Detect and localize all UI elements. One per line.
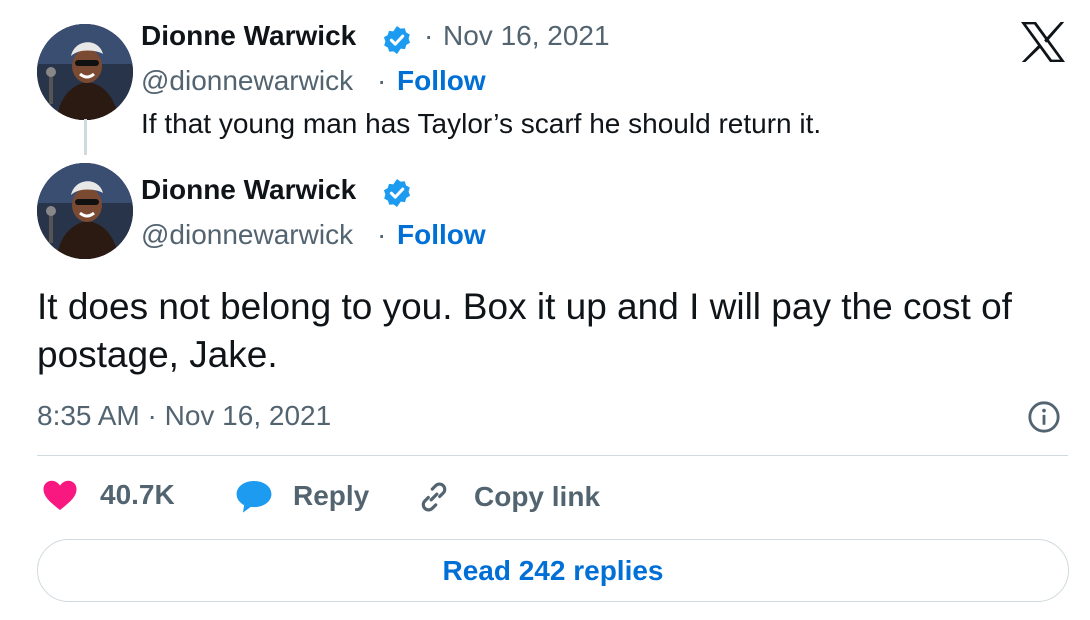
tweet-timestamp[interactable]: 8:35 AM · Nov 16, 2021 bbox=[37, 400, 331, 432]
speech-bubble-icon bbox=[236, 480, 272, 513]
main-tweet-text: It does not belong to you. Box it up and… bbox=[37, 286, 1012, 375]
info-icon[interactable] bbox=[1027, 400, 1061, 434]
parent-display-name[interactable]: Dionne Warwick bbox=[141, 20, 356, 52]
like-button[interactable]: 40.7K bbox=[42, 478, 175, 512]
verified-badge-icon bbox=[383, 26, 411, 54]
avatar-image bbox=[37, 24, 133, 120]
parent-handle-separator: · bbox=[377, 65, 387, 96]
read-replies-label: Read 242 replies bbox=[442, 554, 664, 586]
like-count: 40.7K bbox=[100, 479, 175, 510]
main-avatar[interactable] bbox=[37, 163, 133, 259]
parent-handle[interactable]: @dionnewarwick bbox=[141, 65, 353, 97]
main-handle[interactable]: @dionnewarwick bbox=[141, 219, 353, 251]
copy-link-label: Copy link bbox=[474, 481, 601, 512]
thread-connector-line bbox=[84, 119, 87, 155]
x-logo-icon[interactable] bbox=[1019, 20, 1067, 64]
read-replies-button[interactable]: Read 242 replies bbox=[37, 539, 1069, 602]
reply-label: Reply bbox=[293, 480, 370, 511]
link-icon bbox=[421, 482, 447, 512]
parent-date-separator: · bbox=[424, 20, 434, 51]
main-follow-link[interactable]: Follow bbox=[397, 219, 486, 251]
parent-tweet-text: If that young man has Taylor’s scarf he … bbox=[141, 108, 822, 139]
main-display-name[interactable]: Dionne Warwick bbox=[141, 174, 356, 206]
main-handle-separator: · bbox=[377, 219, 387, 250]
parent-follow-link[interactable]: Follow bbox=[397, 65, 486, 97]
copy-link-button[interactable]: Copy link bbox=[415, 478, 600, 516]
avatar-image bbox=[37, 163, 133, 259]
heart-icon bbox=[43, 480, 77, 510]
parent-avatar[interactable] bbox=[37, 24, 133, 120]
divider bbox=[37, 455, 1068, 456]
verified-badge-icon bbox=[383, 179, 411, 207]
parent-date[interactable]: Nov 16, 2021 bbox=[443, 20, 610, 52]
reply-button[interactable]: Reply bbox=[235, 478, 369, 514]
